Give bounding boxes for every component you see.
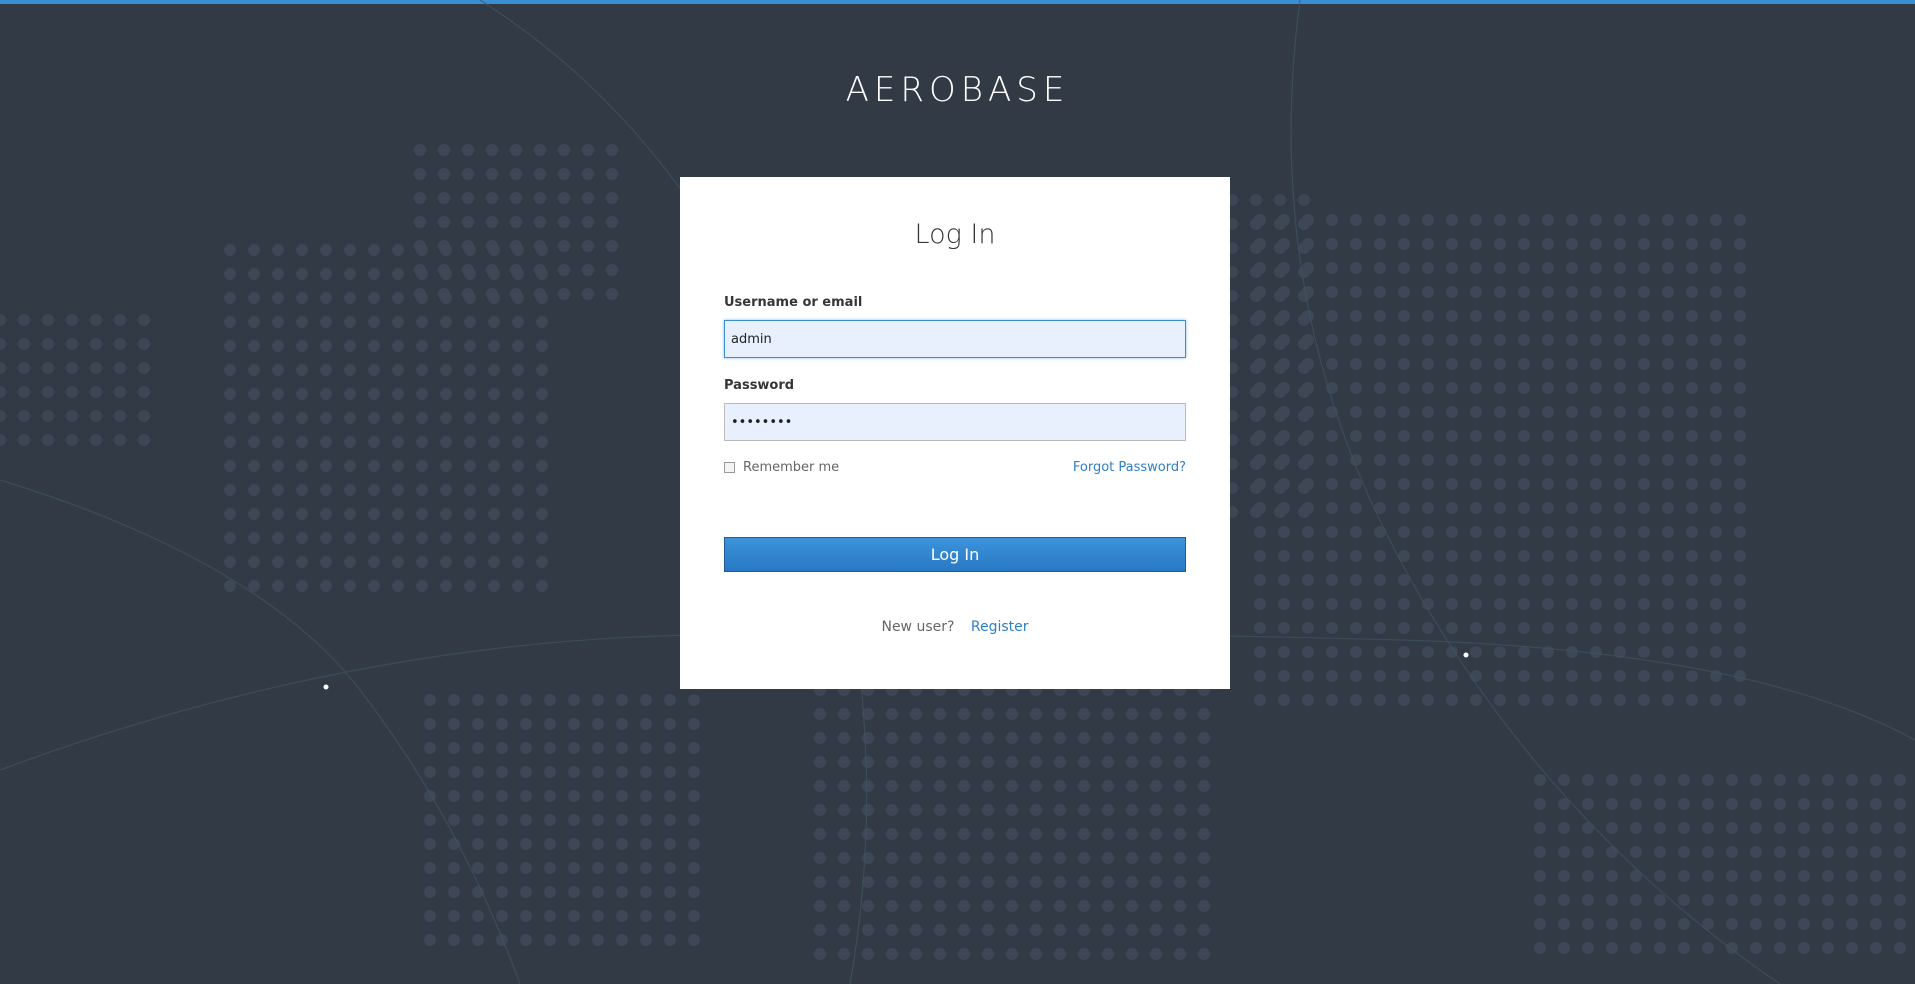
forgot-password-link[interactable]: Forgot Password? bbox=[1073, 460, 1186, 475]
password-label: Password bbox=[724, 378, 795, 393]
remember-me[interactable]: Remember me bbox=[724, 460, 839, 475]
password-input[interactable] bbox=[724, 403, 1186, 441]
remember-me-checkbox[interactable] bbox=[724, 462, 735, 473]
brand-title: AEROBASE bbox=[845, 70, 1070, 110]
new-user-label: New user? bbox=[881, 619, 955, 635]
username-label: Username or email bbox=[724, 295, 863, 310]
username-input[interactable] bbox=[724, 320, 1186, 358]
register-row: New user? Register bbox=[680, 619, 1230, 635]
login-button[interactable]: Log In bbox=[724, 537, 1186, 572]
login-title: Log In bbox=[914, 219, 996, 250]
register-link[interactable]: Register bbox=[971, 619, 1029, 635]
login-card: Log In Username or email Password Rememb… bbox=[680, 177, 1230, 689]
remember-me-label: Remember me bbox=[743, 460, 840, 475]
